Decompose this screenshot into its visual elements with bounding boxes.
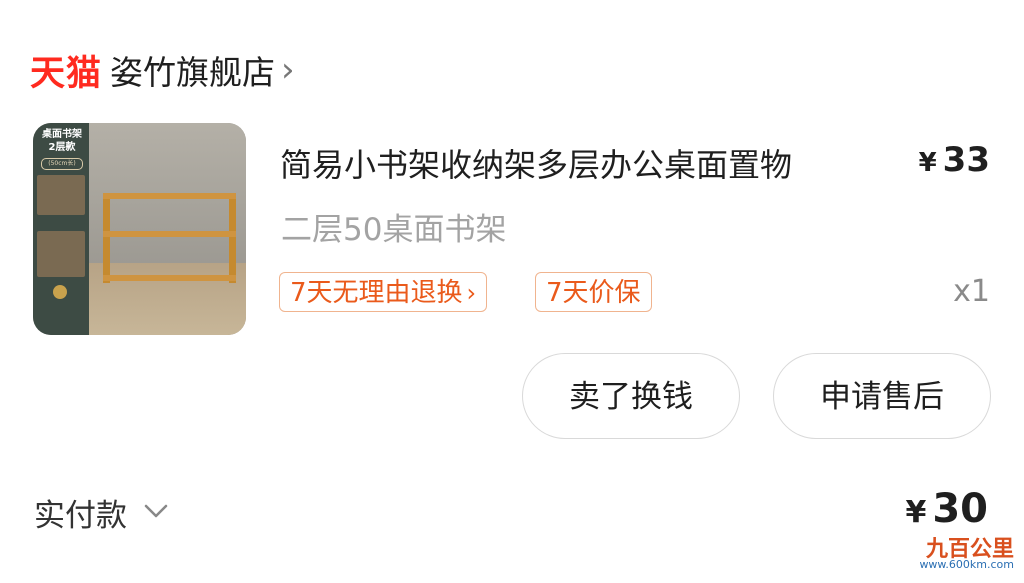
tmall-logo: 天猫 [30, 53, 103, 94]
amount-value: 30 [932, 486, 988, 532]
thumbnail-title: 桌面书架 2层款 [42, 129, 82, 153]
thumbnail-floor [89, 263, 246, 335]
product-sku: 二层50桌面书架 [281, 212, 507, 248]
currency-symbol: ¥ [918, 148, 937, 178]
price-value: 33 [942, 140, 990, 180]
payment-toggle[interactable]: 实付款 [34, 490, 169, 535]
store-name[interactable]: 姿竹旗舰店 [110, 46, 275, 94]
aftersale-button[interactable]: 申请售后 [773, 353, 991, 439]
thumbnail-badge-icon [53, 285, 67, 299]
sell-button[interactable]: 卖了换钱 [522, 353, 740, 439]
payment-label: 实付款 [34, 498, 127, 534]
store-header[interactable]: 天猫 姿竹旗舰店 › [30, 44, 295, 96]
chevron-right-icon: › [281, 50, 295, 90]
currency-symbol: ¥ [905, 495, 927, 530]
chevron-down-icon [143, 502, 169, 524]
product-thumbnail[interactable]: 桌面书架 2层款 (50cm长) [33, 123, 246, 335]
thumbnail-info-panel: 桌面书架 2层款 (50cm长) [33, 123, 89, 335]
product-quantity: x1 [953, 274, 990, 309]
thumbnail-detail-image [37, 175, 85, 215]
watermark: 九百公里 www.600km.com [894, 531, 1014, 575]
payment-amount: ¥30 [905, 486, 988, 532]
product-price: ¥33 [919, 140, 990, 180]
thumbnail-size-note: (50cm长) [41, 158, 83, 170]
product-title[interactable]: 简易小书架收纳架多层办公桌面置物 [280, 140, 792, 186]
thumbnail-detail-image [37, 231, 85, 277]
watermark-url: www.600km.com [919, 558, 1014, 571]
return-policy-tag[interactable]: 7天无理由退换 › [279, 272, 488, 312]
chevron-right-icon: › [466, 279, 477, 307]
price-protection-tag: 7天价保 [535, 272, 652, 312]
